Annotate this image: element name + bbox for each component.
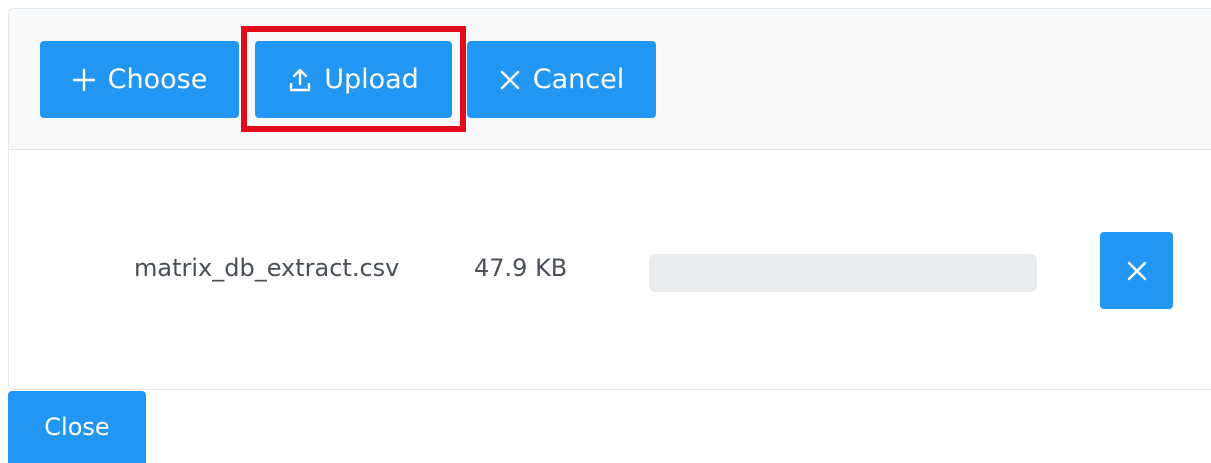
remove-file-button[interactable] (1100, 232, 1173, 309)
upload-toolbar: Choose Upload Cancel (9, 9, 1211, 150)
upload-progress-bar (649, 254, 1037, 292)
close-icon (1126, 260, 1148, 282)
close-button-label: Close (44, 413, 110, 441)
choose-button[interactable]: Choose (40, 41, 239, 118)
file-size: 47.9 KB (474, 254, 568, 282)
close-button[interactable]: Close (8, 391, 146, 463)
close-icon (499, 69, 521, 91)
plus-icon (72, 68, 96, 92)
upload-button[interactable]: Upload (255, 41, 452, 118)
cancel-button-label: Cancel (532, 64, 625, 95)
choose-button-label: Choose (107, 64, 208, 95)
upload-button-label: Upload (324, 64, 419, 95)
file-name: matrix_db_extract.csv (134, 254, 400, 282)
file-row: matrix_db_extract.csv 47.9 KB (9, 150, 1211, 390)
file-upload-panel: Choose Upload Cancel matrix_db_extract.c… (8, 8, 1211, 390)
upload-icon (288, 67, 312, 93)
cancel-button[interactable]: Cancel (467, 41, 656, 118)
